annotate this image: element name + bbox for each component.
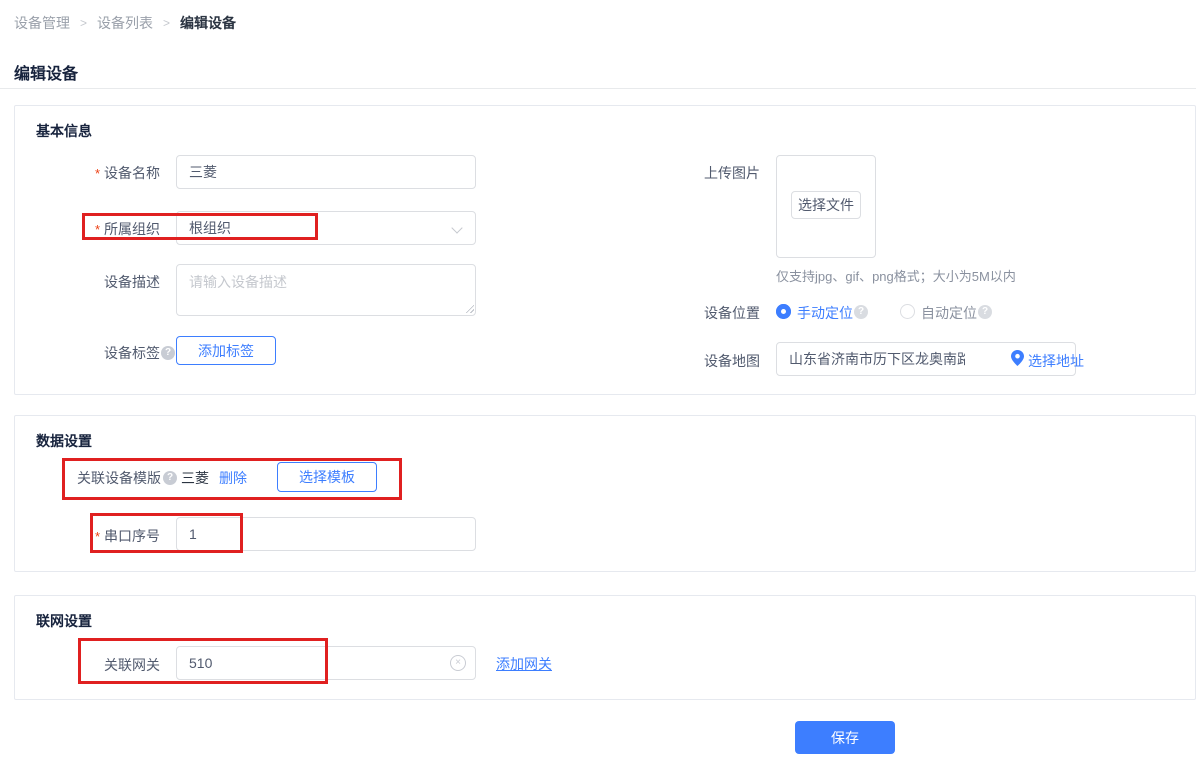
- manual-location-radio[interactable]: [776, 304, 791, 319]
- device-name-label: *设备名称: [15, 163, 160, 184]
- page-title: 编辑设备: [14, 60, 78, 84]
- data-settings-panel: 数据设置 关联设备模版 ? 三菱 删除 选择模板 *串口序号: [14, 415, 1196, 572]
- description-label: 设备描述: [15, 272, 160, 292]
- map-label: 设备地图: [704, 351, 760, 371]
- gateway-input[interactable]: [176, 646, 476, 680]
- title-divider: [0, 88, 1196, 89]
- breadcrumb: 设备管理 > 设备列表 > 编辑设备: [14, 13, 236, 33]
- choose-address-link[interactable]: 选择地址: [1028, 351, 1084, 371]
- breadcrumb-edit-device: 编辑设备: [180, 13, 236, 33]
- required-mark: *: [95, 222, 100, 237]
- device-name-input[interactable]: [176, 155, 476, 189]
- breadcrumb-separator: >: [80, 16, 87, 30]
- chevron-down-icon: [451, 222, 462, 233]
- select-template-button[interactable]: 选择模板: [277, 462, 377, 492]
- template-help-icon[interactable]: ?: [163, 471, 177, 485]
- data-settings-title: 数据设置: [36, 431, 92, 451]
- serial-label: *串口序号: [15, 526, 160, 547]
- description-textarea[interactable]: [176, 264, 476, 316]
- location-label: 设备位置: [704, 303, 760, 323]
- auto-location-help-icon[interactable]: ?: [978, 305, 992, 319]
- upload-image-label: 上传图片: [704, 163, 760, 183]
- basic-info-panel: 基本信息 *设备名称 *所属组织 根组织 设备描述 设备标签 ? 添加标签 上传…: [14, 105, 1196, 395]
- gateway-label: 关联网关: [15, 655, 160, 675]
- basic-info-title: 基本信息: [36, 121, 92, 141]
- template-label: 关联设备模版: [15, 468, 161, 488]
- template-value: 三菱: [181, 468, 209, 488]
- add-tag-button[interactable]: 添加标签: [176, 336, 276, 365]
- organization-selected-value: 根组织: [189, 218, 231, 238]
- manual-location-radio-label[interactable]: 手动定位: [797, 303, 853, 323]
- breadcrumb-device-management[interactable]: 设备管理: [14, 13, 70, 33]
- auto-location-radio[interactable]: [900, 304, 915, 319]
- network-settings-title: 联网设置: [36, 611, 92, 631]
- serial-number-input[interactable]: [176, 517, 476, 551]
- choose-file-button[interactable]: 选择文件: [791, 191, 861, 219]
- organization-label: *所属组织: [15, 219, 160, 240]
- tags-help-icon[interactable]: ?: [161, 346, 175, 360]
- breadcrumb-device-list[interactable]: 设备列表: [97, 13, 153, 33]
- location-pin-icon[interactable]: [1011, 350, 1024, 366]
- required-mark: *: [95, 529, 100, 544]
- save-button[interactable]: 保存: [795, 721, 895, 754]
- manual-location-help-icon[interactable]: ?: [854, 305, 868, 319]
- network-settings-panel: 联网设置 关联网关 × 添加网关: [14, 595, 1196, 700]
- auto-location-radio-label[interactable]: 自动定位: [921, 303, 977, 323]
- edit-device-page: 设备管理 > 设备列表 > 编辑设备 编辑设备 基本信息 *设备名称 *所属组织…: [0, 0, 1196, 765]
- organization-select[interactable]: 根组织: [176, 211, 476, 245]
- add-gateway-link[interactable]: 添加网关: [496, 654, 552, 674]
- clear-icon[interactable]: ×: [450, 655, 466, 671]
- tags-label: 设备标签: [15, 343, 160, 363]
- template-delete-link[interactable]: 删除: [219, 468, 247, 488]
- required-mark: *: [95, 166, 100, 181]
- upload-hint: 仅支持jpg、gif、png格式；大小为5M以内: [776, 266, 1016, 285]
- breadcrumb-separator: >: [163, 16, 170, 30]
